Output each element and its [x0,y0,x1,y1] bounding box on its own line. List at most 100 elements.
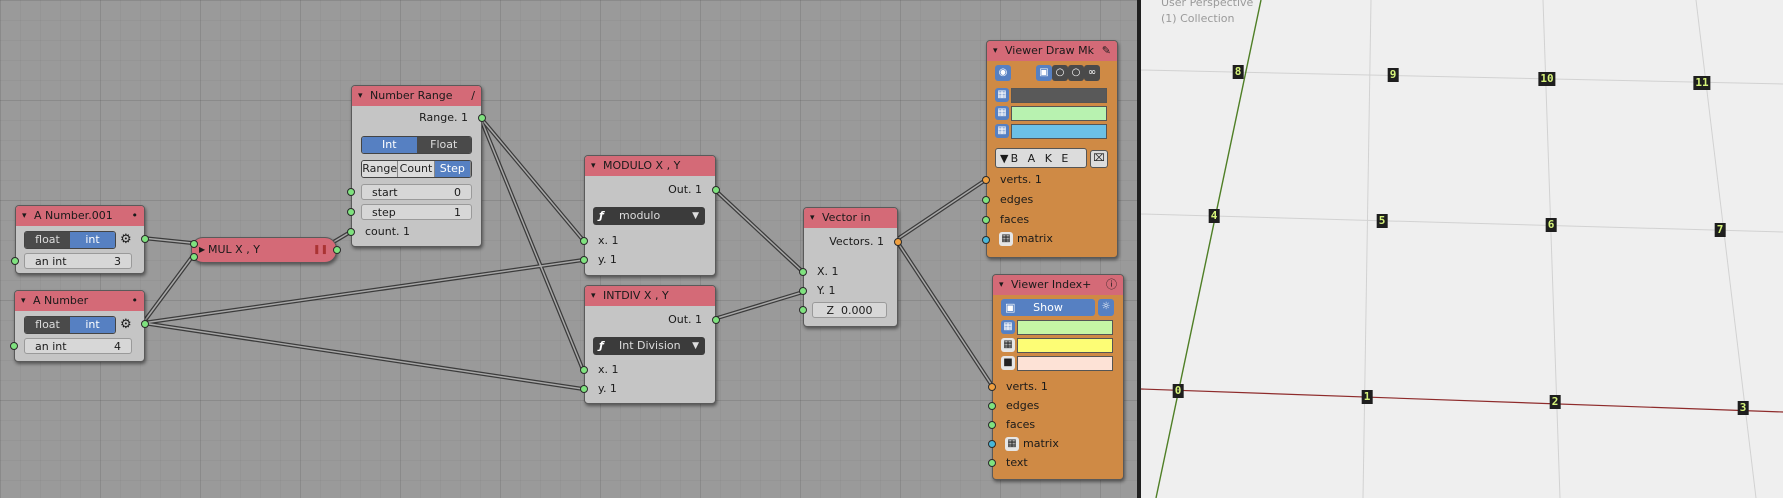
z-field[interactable]: Z 0.000 [812,302,887,318]
input-faces-label: faces [1000,213,1030,226]
node-viewer-draw[interactable]: Viewer Draw Mk ✎ ◉ ▣ ○ ○ ∞ ▦ ▦ ▦ ▼ B A K… [982,40,1118,258]
node-header[interactable]: A Number • [15,291,144,311]
slash-icon: ∕ [471,89,475,102]
circle-icon[interactable]: ○ [1068,65,1084,81]
mode-toggle[interactable]: float int [24,316,116,334]
input-socket-verts[interactable] [988,383,996,391]
an-int-field[interactable]: an int 3 [24,253,132,269]
node-viewer-index[interactable]: Viewer Index+ ⓘ ▣ Show ☼ ▦ ▦ ■ verts. 1 … [988,274,1124,480]
input-socket-verts[interactable] [982,176,990,184]
show-toggle[interactable]: ▣ Show [1001,299,1095,316]
type-int-button[interactable]: Int [362,137,417,153]
node-header[interactable]: Viewer Draw Mk ✎ [987,41,1117,61]
input-socket-matrix[interactable] [988,440,996,448]
gear-icon[interactable]: ⚙ [120,232,132,247]
mode-count-button[interactable]: Count [398,161,435,177]
output-socket[interactable] [712,186,720,194]
type-toggle[interactable]: Int Float [361,136,472,154]
node-editor[interactable]: A Number.001 • float int ⚙ an int 3 A Nu… [0,0,1137,498]
start-field[interactable]: start 0 [361,184,472,200]
input-socket-y[interactable] [190,253,198,261]
input-socket-edges[interactable] [982,196,990,204]
gear-icon[interactable]: ⚙ [120,317,132,332]
face-color-swatch[interactable] [1011,124,1107,139]
step-field[interactable]: step 1 [361,204,472,220]
node-header[interactable]: Vector in [804,208,897,228]
edge-icon: ▦ [995,106,1009,120]
function-dropdown[interactable]: ƒ Int Division ▼ [593,337,705,355]
function-dropdown[interactable]: ƒ modulo ▼ [593,207,705,225]
node-intdiv[interactable]: INTDIV X , Y Out. 1 ƒ Int Division ▼ x. … [580,285,720,404]
node-number-range[interactable]: Number Range ∕ Range. 1 Int Float Range … [347,85,486,247]
node-vector-in[interactable]: Vector in Vectors. 1 X. 1 Y. 1 Z 0.000 [799,207,902,327]
input-socket-start[interactable] [347,188,355,196]
edge-color-swatch[interactable] [1011,106,1107,121]
input-verts-label: verts. 1 [1000,173,1042,186]
node-mul[interactable]: ▶ MUL X , Y ❚❚ [190,237,341,263]
type-float-button[interactable]: Float [416,137,471,153]
range-mode-toggle[interactable]: Range Count Step [361,160,472,178]
input-socket-edges[interactable] [988,402,996,410]
bake-button[interactable]: ▼ B A K E [995,148,1087,168]
vertex-index-color-swatch[interactable] [1017,320,1113,335]
3d-viewport[interactable]: User Perspective (1) Collection 8 9 10 11 4 5… [1141,0,1783,498]
input-socket-x[interactable] [799,268,807,276]
input-socket-y[interactable] [799,287,807,295]
input-socket-matrix[interactable] [982,236,990,244]
input-socket[interactable] [11,257,19,265]
node-a-number[interactable]: A Number • float int ⚙ an int 4 [10,290,149,362]
node-a-number-001[interactable]: A Number.001 • float int ⚙ an int 3 [11,205,149,274]
node-header[interactable]: Viewer Index+ ⓘ [993,275,1123,295]
input-socket-faces[interactable] [988,421,996,429]
output-socket[interactable] [894,238,902,246]
eye-icon[interactable]: ◉ [995,65,1011,81]
cube-icon[interactable]: ▣ [1036,65,1052,81]
input-y-label: y. 1 [598,253,617,266]
output-socket[interactable] [333,246,341,254]
mode-int-button[interactable]: int [70,317,115,333]
node-modulo[interactable]: MODULO X , Y Out. 1 ƒ modulo ▼ x. 1 y. 1 [580,155,720,276]
output-socket[interactable] [478,114,486,122]
input-socket-count[interactable] [347,228,355,236]
mode-int-button[interactable]: int [70,232,115,248]
chevron-down-icon: ▼ [692,211,699,221]
node-header[interactable]: Number Range ∕ [352,86,481,106]
pencil-icon[interactable]: ✎ [1102,41,1111,61]
ghost-icon[interactable]: ☼ [1098,299,1114,316]
expand-arrow-icon[interactable]: ▶ [199,238,205,262]
vertex-color-swatch[interactable] [1011,88,1107,103]
input-socket-text[interactable] [988,459,996,467]
node-header[interactable]: INTDIV X , Y [585,286,715,306]
mode-range-button[interactable]: Range [362,161,399,177]
output-socket[interactable] [141,320,149,328]
vertex-index-label: 4 [1208,209,1220,223]
input-socket-faces[interactable] [982,216,990,224]
input-socket-y[interactable] [580,256,588,264]
viewport-view-name: User Perspective [1161,0,1254,9]
node-title: A Number.001 [34,209,113,222]
input-socket-step[interactable] [347,208,355,216]
input-socket-x[interactable] [580,366,588,374]
input-socket-x[interactable] [190,240,198,248]
input-socket-x[interactable] [580,237,588,245]
node-header[interactable]: MODULO X , Y [585,156,715,176]
node-header[interactable]: A Number.001 • [16,206,144,226]
vertex-index-label: 8 [1232,65,1244,79]
output-socket[interactable] [141,235,149,243]
mode-float-button[interactable]: float [25,232,70,248]
input-socket[interactable] [10,342,18,350]
input-socket-y[interactable] [580,385,588,393]
an-int-field[interactable]: an int 4 [24,338,132,354]
circle-icon[interactable]: ○ [1052,65,1068,81]
vertex-index-label: 9 [1387,68,1399,82]
output-socket[interactable] [712,316,720,324]
mode-float-button[interactable]: float [25,317,70,333]
bake-options-icon[interactable]: ⌧ [1090,150,1108,168]
link-icon[interactable]: ∞ [1084,65,1100,81]
mode-step-button[interactable]: Step [434,161,471,177]
info-icon[interactable]: ⓘ [1106,275,1117,295]
face-index-color-swatch[interactable] [1017,356,1113,371]
mode-toggle[interactable]: float int [24,231,116,249]
input-socket-z[interactable] [799,306,807,314]
edge-index-color-swatch[interactable] [1017,338,1113,353]
